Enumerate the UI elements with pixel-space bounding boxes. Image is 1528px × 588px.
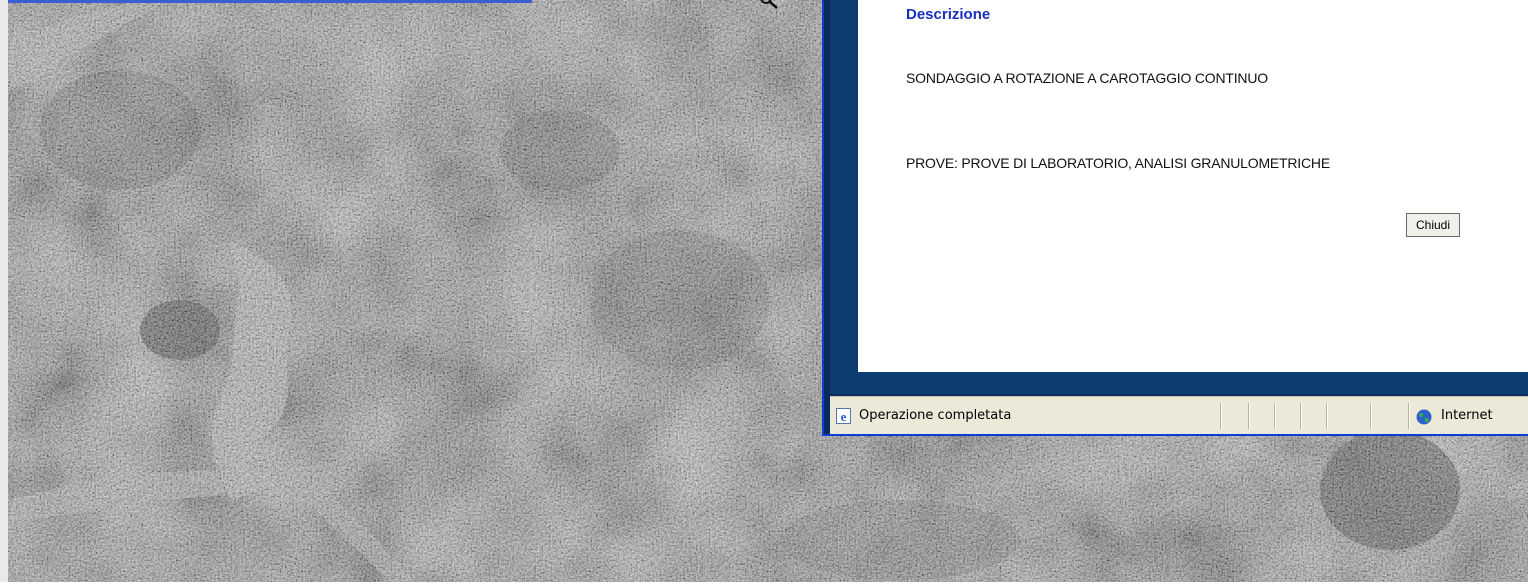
magnifier-cursor-icon: [760, 0, 778, 9]
close-button[interactable]: Chiudi: [1405, 212, 1461, 238]
description-heading: Descrizione: [906, 6, 991, 23]
status-divider: [1370, 403, 1371, 429]
description-line-drilling: SONDAGGIO A ROTAZIONE A CAROTAGGIO CONTI…: [906, 70, 1268, 86]
status-text: Operazione completata: [859, 408, 1012, 423]
popup-content: Descrizione SONDAGGIO A ROTAZIONE A CARO…: [858, 0, 1528, 372]
zone-text: Internet: [1441, 408, 1493, 423]
globe-icon: [1416, 409, 1432, 425]
svg-text:e: e: [841, 409, 847, 424]
map-left-border: [0, 0, 8, 588]
map-window-edge: [8, 0, 532, 3]
status-divider: [1408, 403, 1409, 429]
status-divider: [1220, 403, 1221, 429]
status-divider: [1300, 403, 1301, 429]
description-popup-window: Descrizione SONDAGGIO A ROTAZIONE A CARO…: [822, 0, 1528, 436]
status-divider: [1326, 403, 1327, 429]
ie-page-icon: e: [836, 408, 851, 424]
status-divider: [1248, 403, 1249, 429]
description-line-tests: PROVE: PROVE DI LABORATORIO, ANALISI GRA…: [906, 155, 1330, 171]
status-divider: [1274, 403, 1275, 429]
popup-frame: Descrizione SONDAGGIO A ROTAZIONE A CARO…: [830, 0, 1528, 394]
status-bar: e Operazione completata Internet: [830, 396, 1528, 434]
map-bottom-border: [0, 582, 1528, 588]
